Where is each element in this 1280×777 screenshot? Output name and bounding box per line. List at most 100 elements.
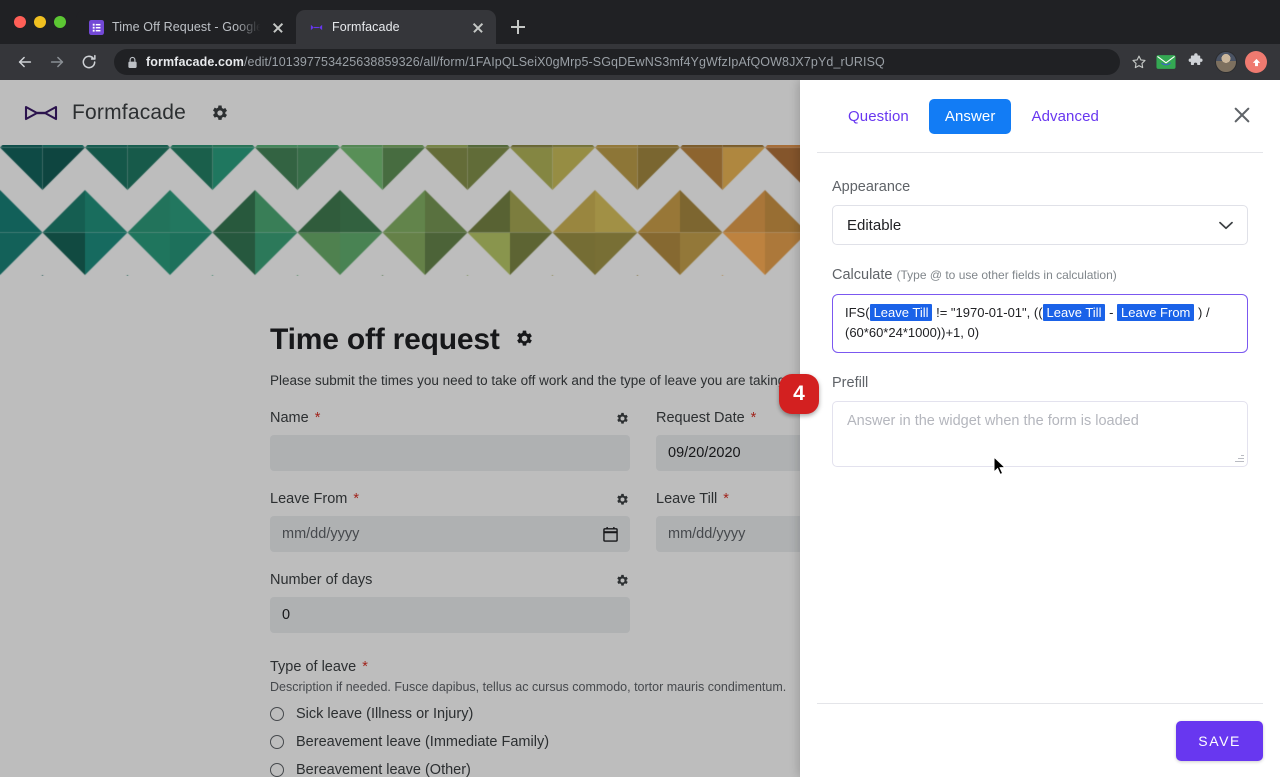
required-marker: *	[750, 410, 757, 426]
radio-group-label-text: Type of leave	[270, 659, 357, 675]
tab-advanced[interactable]: Advanced	[1015, 99, 1115, 134]
close-window-button[interactable]	[14, 16, 26, 28]
name-input[interactable]	[270, 435, 630, 471]
radio-option-label: Bereavement leave (Immediate Family)	[296, 734, 550, 750]
field-name: Name *	[270, 410, 630, 471]
update-icon[interactable]	[1242, 48, 1270, 76]
tab-question[interactable]: Question	[832, 99, 925, 134]
required-marker: *	[314, 410, 321, 426]
leave-from-input[interactable]: mm/dd/yyyy	[270, 516, 630, 552]
field-chip-leave-from[interactable]: Leave From	[1117, 304, 1195, 321]
field-label-text: Number of days	[270, 572, 373, 588]
gear-icon[interactable]	[210, 103, 230, 123]
prefill-label: Prefill	[832, 375, 869, 391]
appearance-selected-value: Editable	[847, 216, 902, 234]
browser-window: Time Off Request - Google For Formfacade	[0, 0, 1280, 777]
reload-icon[interactable]	[74, 47, 104, 77]
formfacade-bowtie-logo	[24, 102, 58, 124]
browser-toolbar: formfacade.com/edit/10139775342563885932…	[0, 44, 1280, 80]
field-chip-leave-till-2[interactable]: Leave Till	[1042, 304, 1106, 321]
browser-tab-google-forms[interactable]: Time Off Request - Google For	[76, 10, 296, 44]
field-label: Name *	[270, 410, 630, 426]
radio-option-label: Bereavement leave (Other)	[296, 762, 471, 777]
new-tab-button[interactable]	[504, 13, 532, 41]
maximize-window-button[interactable]	[54, 16, 66, 28]
radio-option-label: Sick leave (Illness or Injury)	[296, 706, 474, 722]
panel-tab-bar: Question Answer Advanced	[800, 80, 1280, 152]
field-label-text: Request Date	[656, 410, 745, 426]
radio-circle-icon[interactable]	[270, 763, 284, 777]
page-title: Time off request	[270, 323, 791, 357]
close-tab-button[interactable]	[270, 19, 286, 35]
form-title-text: Time off request	[270, 323, 500, 356]
url-path: /edit/101397753425638859326/all/form/1FA…	[243, 55, 885, 69]
field-label-text: Leave From	[270, 491, 348, 507]
tab-answer[interactable]: Answer	[928, 98, 1012, 134]
gear-icon[interactable]	[615, 492, 630, 507]
lock-icon	[127, 56, 138, 69]
mouse-cursor	[993, 455, 1007, 476]
field-label-text: Name	[270, 410, 309, 426]
field-leave-from: Leave From * mm/dd/yyyy	[270, 491, 630, 552]
star-icon[interactable]	[1128, 51, 1150, 73]
leave-from-placeholder: mm/dd/yyyy	[282, 526, 360, 542]
gear-icon[interactable]	[514, 323, 535, 357]
required-marker: *	[362, 659, 368, 675]
radio-option-sick-leave[interactable]: Sick leave (Illness or Injury)	[270, 706, 791, 722]
forward-icon[interactable]	[42, 47, 72, 77]
field-label: Leave From *	[270, 491, 630, 507]
question-settings-panel: Question Answer Advanced Appearance Edit…	[800, 80, 1280, 777]
required-marker: *	[723, 491, 729, 507]
tab-title: Time Off Request - Google For	[112, 20, 262, 34]
close-icon[interactable]	[1231, 104, 1253, 126]
radio-group-type-of-leave: Type of leave * Description if needed. F…	[270, 659, 791, 777]
chevron-down-icon[interactable]	[1219, 217, 1233, 234]
radio-group-label: Type of leave *	[270, 659, 791, 675]
calculate-label: Calculate (Type @ to use other fields in…	[832, 267, 1248, 283]
back-icon[interactable]	[10, 47, 40, 77]
address-bar-url: formfacade.com/edit/10139775342563885932…	[146, 55, 885, 69]
prefill-placeholder: Answer in the widget when the form is lo…	[847, 413, 1139, 429]
gear-icon[interactable]	[615, 573, 630, 588]
page-viewport: Formfacade Time off request Please submi…	[0, 80, 1280, 777]
close-tab-button[interactable]	[470, 19, 486, 35]
field-number-of-days: Number of days 0	[270, 572, 630, 633]
calendar-icon[interactable]	[603, 526, 618, 542]
browser-tab-formfacade[interactable]: Formfacade	[296, 10, 496, 44]
radio-group-description: Description if needed. Fusce dapibus, te…	[270, 680, 787, 694]
tab-strip: Time Off Request - Google For Formfacade	[0, 0, 1280, 44]
calculate-formula-input[interactable]: IFS(Leave Till != "1970-01-01", ((Leave …	[832, 294, 1248, 353]
gear-icon[interactable]	[615, 411, 630, 426]
step-badge: 4	[779, 374, 819, 414]
formula-text: != "1970-01-01", ((	[932, 305, 1043, 320]
field-chip-leave-till[interactable]: Leave Till	[869, 304, 933, 321]
form-description: Please submit the times you need to take…	[270, 373, 790, 388]
radio-option-bereavement-immediate[interactable]: Bereavement leave (Immediate Family)	[270, 734, 791, 750]
url-domain: formfacade.com	[146, 55, 244, 69]
extensions-icon[interactable]	[1182, 48, 1210, 76]
number-of-days-input[interactable]: 0	[270, 597, 630, 633]
form-card: Time off request Please submit the times…	[153, 285, 1016, 777]
app-brand-name: Formfacade	[72, 100, 187, 124]
required-marker: *	[353, 491, 360, 507]
resize-handle-icon[interactable]	[1234, 453, 1244, 463]
radio-option-bereavement-other[interactable]: Bereavement leave (Other)	[270, 762, 791, 777]
form-fields-grid: Name * Request Date * 09/20/2020 Leave F…	[270, 410, 1016, 653]
address-bar[interactable]: formfacade.com/edit/10139775342563885932…	[114, 49, 1120, 75]
radio-circle-icon[interactable]	[270, 735, 284, 749]
google-forms-icon	[88, 19, 104, 35]
panel-body: Appearance Editable Calculate (Type @ to…	[800, 153, 1280, 703]
formula-text: IFS(	[845, 305, 870, 320]
save-button[interactable]: SAVE	[1176, 720, 1263, 761]
field-label-text: Leave Till	[656, 491, 718, 507]
minimize-window-button[interactable]	[34, 16, 46, 28]
calculate-label-text: Calculate	[832, 267, 893, 283]
radio-circle-icon[interactable]	[270, 707, 284, 721]
formula-text: -	[1105, 305, 1118, 320]
window-controls	[10, 0, 76, 44]
prefill-textarea[interactable]: Answer in the widget when the form is lo…	[832, 401, 1248, 467]
field-label: Number of days	[270, 572, 630, 588]
appearance-select[interactable]: Editable	[832, 205, 1248, 245]
profile-avatar[interactable]	[1212, 48, 1240, 76]
mail-icon[interactable]	[1152, 48, 1180, 76]
